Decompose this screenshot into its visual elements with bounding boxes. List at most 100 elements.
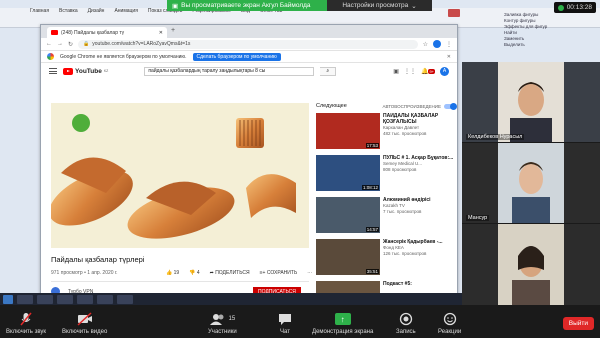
video-off-icon xyxy=(77,312,93,326)
ppt-ribbon-item[interactable]: Выделить xyxy=(504,42,594,48)
recommendation-thumbnail[interactable]: 1:08:12 xyxy=(316,155,380,191)
autoplay-toggle[interactable] xyxy=(444,102,457,110)
back-icon[interactable]: ← xyxy=(46,41,52,47)
dislike-icon: 👎 xyxy=(189,270,196,276)
menu-dots-icon[interactable]: ⋮ xyxy=(446,41,452,48)
windows-taskbar xyxy=(0,293,462,305)
browser-tab[interactable]: (248) Пайдалы қазбалар тү ✕ xyxy=(47,27,167,38)
recommendation-thumbnail[interactable]: 35:51 xyxy=(316,239,380,275)
participant-name: Келдибеков Нурасыл xyxy=(466,134,525,140)
reactions-label: Реакции xyxy=(438,329,462,335)
taskbar-app[interactable] xyxy=(97,294,113,304)
recommendation-info: ПУЛЬС # 1. Асқар Бұқатов:... Semey Medica… xyxy=(383,155,453,193)
chat-button[interactable]: Чат xyxy=(278,312,292,335)
up-next-sidebar: Следующее АВТОВОСПРОИЗВЕДЕНИЕ 17:53 ПАЙДА… xyxy=(316,102,457,304)
participant-tile[interactable]: Келдибеков Нурасыл xyxy=(462,62,600,142)
start-video-button[interactable]: Включить видео xyxy=(62,312,107,335)
create-video-icon[interactable]: ▣ xyxy=(393,68,399,75)
url-input[interactable]: 🔒 youtube.com/watch?v=LARoZyavQms&t=1s xyxy=(78,39,418,49)
recommendation-views: 126 тыс. просмотров xyxy=(383,250,427,256)
infobar-text: Google Chrome не является браузером по у… xyxy=(60,53,187,60)
video-title: Пайдалы қазбалар түрлері xyxy=(51,255,145,264)
recommendation-list: 17:53 ПАЙДАЛЫ ҚАЗБАЛАР ҚОЗҒАЛЫСЫ Кархалан … xyxy=(316,113,456,304)
participant-video-panel: Келдибеков Нурасыл Мансур xyxy=(462,62,600,305)
star-icon[interactable]: ☆ xyxy=(423,41,428,48)
hamburger-menu-icon[interactable] xyxy=(49,68,57,74)
participant-tile[interactable] xyxy=(462,224,600,305)
new-tab-icon[interactable]: + xyxy=(171,27,175,34)
close-tab-icon[interactable]: ✕ xyxy=(159,30,163,36)
recommendation-thumbnail[interactable]: 14:57 xyxy=(316,197,380,233)
search-value: пайдалы қазбалардың таралу заңдылықтары … xyxy=(148,68,266,74)
view-options-label: Настройки просмотра xyxy=(342,2,409,9)
lock-icon: 🔒 xyxy=(83,41,90,47)
record-icon xyxy=(399,312,413,326)
share-screen-button[interactable]: ↑ Демонстрация экрана xyxy=(312,312,373,335)
participants-icon: 15 xyxy=(209,312,235,326)
notifications-icon[interactable]: 🔔9+ xyxy=(421,68,435,75)
ppt-tab[interactable]: Вставка xyxy=(59,8,78,14)
taskbar-app[interactable] xyxy=(77,294,93,304)
participants-button[interactable]: 15 Участники xyxy=(208,312,237,335)
video-frame-sandals xyxy=(51,103,309,248)
notification-count: 9+ xyxy=(428,68,435,74)
taskbar-app[interactable] xyxy=(117,294,133,304)
recommendation-views: 482 тыс. просмотров xyxy=(383,130,427,136)
video-meta: 971 просмотр • 1 апр. 2020 г. xyxy=(51,270,118,276)
video-duration: 35:51 xyxy=(365,269,379,274)
recommendation-item[interactable]: 14:57 Алюминий өндірісі Kazakh TV 7 тыс. пр… xyxy=(316,197,456,235)
recommendation-info: ПАЙДАЛЫ ҚАЗБАЛАР ҚОЗҒАЛЫСЫ Кархалан Давле… xyxy=(383,113,456,151)
recommendation-thumbnail[interactable]: 17:53 xyxy=(316,113,380,149)
share-button[interactable]: ➦ ПОДЕЛИТЬСЯ xyxy=(210,270,250,276)
leave-button[interactable]: Выйти xyxy=(562,317,594,330)
user-avatar[interactable]: А xyxy=(440,66,449,76)
save-button[interactable]: ≡+ СОХРАНИТЬ xyxy=(260,270,298,276)
search-button[interactable]: ⌕ xyxy=(320,66,337,76)
video-duration: 17:53 xyxy=(365,143,379,148)
meeting-timer: 00:13:28 xyxy=(553,2,596,13)
recommendation-item[interactable]: 35:51 Жансерік Қадырбаев -... Фонд КЕА 126 … xyxy=(316,239,456,277)
record-button[interactable]: Запись xyxy=(396,312,416,335)
apps-icon[interactable]: ⋮⋮ xyxy=(404,68,416,75)
recommendation-item[interactable]: 1:08:12 ПУЛЬС # 1. Асқар Бұқатов:... Semey… xyxy=(316,155,456,193)
youtube-search-input[interactable]: пайдалы қазбалардың таралу заңдылықтары … xyxy=(144,66,315,76)
reactions-button[interactable]: Реакции xyxy=(438,312,461,335)
view-options-button[interactable]: Настройки просмотра ⌄ xyxy=(327,0,432,11)
autoplay-label: АВТОВОСПРОИЗВЕДЕНИЕ xyxy=(382,103,441,109)
recommendation-item[interactable]: 17:53 ПАЙДАЛЫ ҚАЗБАЛАР ҚОЗҒАЛЫСЫ Кархалан … xyxy=(316,113,456,151)
ppt-tab[interactable]: Дизайн xyxy=(88,8,105,14)
taskbar-app[interactable] xyxy=(17,294,33,304)
participant-name: Мансур xyxy=(466,215,490,221)
save-label: СОХРАНИТЬ xyxy=(266,270,298,276)
taskbar-app[interactable] xyxy=(57,294,73,304)
recommendation-views: 808 просмотров xyxy=(383,166,417,172)
ppt-tab[interactable]: Анимация xyxy=(114,8,137,14)
recommendation-info: Жансерік Қадырбаев -... Фонд КЕА 126 тыс. … xyxy=(383,239,443,277)
start-icon[interactable] xyxy=(3,294,13,304)
viewing-screen-label: ▣ Вы просматриваете экран Акгул Баймолда xyxy=(167,0,327,11)
close-infobar-icon[interactable]: ✕ xyxy=(447,54,451,60)
forward-icon[interactable]: → xyxy=(57,41,63,47)
zoom-toolbar: Включить звук Включить видео 15 Участник… xyxy=(0,305,600,338)
video-label: Включить видео xyxy=(62,329,108,335)
ppt-tab[interactable]: Главная xyxy=(30,8,49,14)
address-bar: ← → ↻ 🔒 youtube.com/watch?v=LARoZyavQms&… xyxy=(41,38,457,51)
video-player[interactable] xyxy=(51,103,309,248)
status-icon xyxy=(557,4,564,11)
reload-icon[interactable]: ↻ xyxy=(68,41,73,48)
profile-avatar[interactable] xyxy=(433,40,441,48)
unmute-button[interactable]: Включить звук xyxy=(6,312,46,335)
set-default-button[interactable]: Сделать браузером по умолчанию xyxy=(192,52,281,61)
more-icon[interactable]: ⋯ xyxy=(307,270,312,276)
chat-icon xyxy=(278,312,292,326)
divider xyxy=(51,281,309,282)
url-text: youtube.com/watch?v=LARoZyavQms&t=1s xyxy=(92,41,191,47)
like-count: 19 xyxy=(173,270,180,276)
dislike-button[interactable]: 👎 4 xyxy=(189,270,199,276)
share-banner: ▣ Вы просматриваете экран Акгул Баймолда… xyxy=(167,0,432,11)
taskbar-app[interactable] xyxy=(37,294,53,304)
like-button[interactable]: 👍 19 xyxy=(166,270,179,276)
youtube-logo[interactable]: YouTube KZ xyxy=(63,67,108,75)
participant-tile[interactable]: Мансур xyxy=(462,143,600,223)
share-screen-icon: ↑ xyxy=(334,312,351,326)
